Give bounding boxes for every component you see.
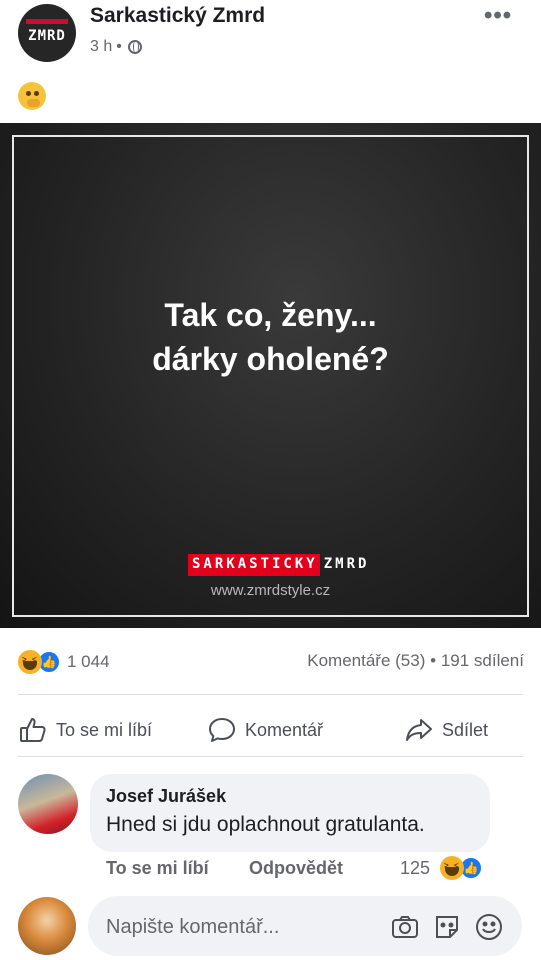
comment-button-label: Komentář	[245, 719, 324, 740]
comment-author[interactable]: Josef Jurášek	[106, 786, 474, 807]
comment-reply-button[interactable]: Odpovědět	[249, 858, 343, 879]
like-button[interactable]: To se mi líbí	[18, 710, 152, 750]
emoji-icon[interactable]	[474, 912, 504, 942]
commenter-avatar[interactable]	[18, 774, 78, 834]
reactions-summary[interactable]: > < 👍 1 044	[18, 650, 110, 674]
image-url: www.zmrdstyle.cz	[210, 582, 331, 599]
brand-white-part: ZMRD	[323, 556, 370, 572]
comment-input-placeholder: Napište komentář...	[106, 916, 280, 938]
comment: Josef Jurášek Hned si jdu oplachnout gra…	[0, 770, 541, 890]
stats-separator: •	[430, 651, 437, 670]
like-button-label: To se mi líbí	[56, 719, 153, 740]
camera-icon[interactable]	[390, 912, 420, 942]
meta-separator: •	[116, 38, 122, 55]
share-arrow-icon	[406, 719, 432, 741]
page-name[interactable]: Sarkastický Zmrd	[90, 4, 265, 28]
divider	[18, 694, 523, 695]
more-options-icon[interactable]: •••	[484, 2, 512, 30]
comment-like-button[interactable]: To se mi líbí	[106, 858, 209, 879]
post-time[interactable]: 3 h	[90, 38, 112, 56]
post-header: ZMRD Sarkastický Zmrd 3 h • •••	[0, 0, 541, 120]
page-avatar[interactable]: ZMRD	[18, 4, 76, 62]
comment-text: Hned si jdu oplachnout gratulanta.	[106, 813, 425, 836]
reaction-count: 1 044	[67, 652, 110, 671]
quote-line-2: dárky oholené?	[152, 341, 389, 377]
comment-composer: Napište komentář...	[0, 893, 541, 960]
comment-reactions[interactable]: > < 👍	[440, 856, 483, 880]
brand-red-part: SARKASTICKY	[188, 554, 320, 576]
post-stats: Komentáře (53) • 191 sdílení	[307, 651, 524, 671]
avatar-stripe	[26, 19, 68, 24]
current-user-avatar	[18, 897, 76, 955]
post-action-bar: To se mi líbí Komentář Sdílet	[0, 710, 541, 750]
haha-reaction-icon: > <	[18, 650, 42, 674]
post-meta: 3 h •	[90, 38, 142, 56]
speech-bubble-icon	[209, 718, 235, 742]
brand-logo: SARKASTICKY ZMRD	[188, 554, 369, 576]
comment-bubble: Josef Jurášek Hned si jdu oplachnout gra…	[90, 774, 490, 852]
avatar-logo-text: ZMRD	[28, 28, 66, 44]
share-button[interactable]: Sdílet	[404, 710, 488, 750]
globe-icon	[127, 40, 142, 54]
image-quote: Tak co, ženy... dárky oholené?	[0, 293, 541, 381]
thinking-emoji	[18, 82, 46, 110]
comment-button[interactable]: Komentář	[207, 710, 323, 750]
haha-reaction-icon: > <	[440, 856, 464, 880]
post-image[interactable]: Tak co, ženy... dárky oholené? SARKASTIC…	[0, 123, 541, 628]
shares-count-link[interactable]: 191 sdílení	[441, 651, 524, 670]
divider	[18, 756, 523, 757]
comment-input[interactable]: Napište komentář...	[88, 896, 522, 956]
sticker-icon[interactable]	[432, 912, 462, 942]
comments-count-link[interactable]: Komentáře (53)	[307, 651, 425, 670]
thumbs-up-icon	[20, 718, 46, 742]
share-button-label: Sdílet	[442, 719, 489, 740]
comment-reaction-count: 125	[400, 858, 431, 878]
quote-line-1: Tak co, ženy...	[164, 297, 377, 333]
